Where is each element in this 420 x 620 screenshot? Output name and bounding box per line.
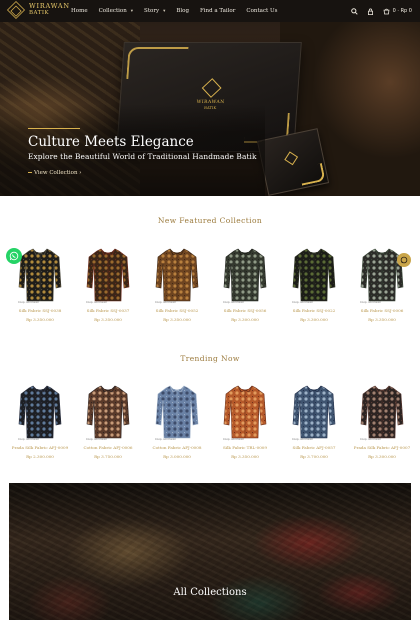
- product-tag: Coop. sold tailor: [223, 301, 245, 304]
- product-card[interactable]: Coop. sold tailor Cotton Fabric AFJ-0006 R…: [77, 384, 139, 459]
- product-name[interactable]: Cotton Fabric AFJ-0006: [77, 445, 139, 450]
- product-name[interactable]: Silk Fabric SSJ-0037: [77, 308, 139, 313]
- product-tag: Coop. sold tailor: [155, 301, 177, 304]
- whatsapp-icon: [9, 251, 19, 261]
- nav-item-blog[interactable]: Blog: [176, 8, 189, 14]
- cart-summary[interactable]: 0 · Rp 0: [393, 8, 412, 14]
- brand-logo[interactable]: WIRAWAN BATIK: [6, 0, 70, 20]
- product-tag: Coop. sold tailor: [292, 301, 314, 304]
- top-navbar: WIRAWAN BATIK Home Collection ▾ Story ▾ Blog F…: [0, 0, 420, 22]
- nav-item-story[interactable]: Story ▾: [144, 8, 165, 14]
- product-tag: Coop. sold tailor: [360, 301, 382, 304]
- product-price: Rp 2.300.000: [26, 454, 54, 459]
- nav-item-collection[interactable]: Collection ▾: [99, 8, 133, 14]
- all-collections-title: All Collections: [173, 587, 247, 598]
- product-card[interactable]: Coop. sold tailor Prada Silk Fabric AFJ-0…: [9, 384, 71, 459]
- product-tag: Coop. sold tailor: [18, 301, 40, 304]
- hero-title: Culture Meets Elegance: [28, 134, 194, 150]
- view-collection-link[interactable]: View Collection ›: [34, 170, 82, 176]
- logo-emblem-icon: [6, 0, 26, 20]
- product-name[interactable]: Silk Fabric TRL-0009: [214, 445, 276, 450]
- lock-icon[interactable]: [366, 6, 376, 16]
- chat-icon: [400, 256, 408, 264]
- chat-button[interactable]: [397, 253, 411, 267]
- product-price: Rp 3.350.000: [368, 317, 396, 322]
- featured-section-title: New Featured Collection: [157, 216, 263, 225]
- product-image[interactable]: Coop. sold tailor: [154, 384, 200, 441]
- product-price: Rp 3.350.000: [163, 317, 191, 322]
- hero-divider: [28, 128, 80, 129]
- product-tag: Coop. sold tailor: [155, 438, 177, 441]
- product-image[interactable]: Coop. sold tailor: [359, 384, 405, 441]
- product-tag: Coop. sold tailor: [292, 438, 314, 441]
- product-price: Rp 3.000.000: [163, 454, 191, 459]
- product-image[interactable]: Coop. sold tailor: [154, 247, 200, 304]
- product-price: Rp 3.350.000: [231, 454, 259, 459]
- product-price: Rp 3.350.000: [94, 317, 122, 322]
- product-image[interactable]: Coop. sold tailor: [291, 247, 337, 304]
- trending-section-title: Trending Now: [180, 354, 240, 363]
- cart-icon[interactable]: [382, 6, 392, 16]
- product-card[interactable]: Coop. sold tailor Silk Fabric SSJ-0056 Rp …: [214, 247, 276, 322]
- product-image[interactable]: Coop. sold tailor: [85, 247, 131, 304]
- nav-item-find-a-tailor[interactable]: Find a Tailor: [200, 8, 235, 14]
- product-name[interactable]: Prada Silk Fabric AFJ-0009: [9, 445, 71, 450]
- product-card[interactable]: Coop. sold tailor Silk Fabric SSJ-0037 Rp …: [77, 247, 139, 322]
- product-image[interactable]: Coop. sold tailor: [291, 384, 337, 441]
- nav-item-contact-us[interactable]: Contact Us: [246, 8, 277, 14]
- product-tag: Coop. sold tailor: [18, 438, 40, 441]
- product-card[interactable]: Coop. sold tailor Silk Fabric TRL-0009 Rp …: [214, 384, 276, 459]
- logo-emblem-icon: [201, 78, 222, 98]
- product-card[interactable]: Coop. sold tailor Silk Fabric SSJ-0022 Rp …: [283, 247, 345, 322]
- product-name[interactable]: Silk Fabric SSJ-0056: [214, 308, 276, 313]
- product-name[interactable]: Cotton Fabric AFJ-0008: [146, 445, 208, 450]
- product-card[interactable]: Coop. sold tailor Silk Fabric AFJ-0057 Rp …: [283, 384, 345, 459]
- product-image[interactable]: Coop. sold tailor: [85, 384, 131, 441]
- product-name[interactable]: Silk Fabric SSJ-0006: [351, 308, 413, 313]
- product-price: Rp 3.750.000: [94, 454, 122, 459]
- chevron-down-icon: ▾: [130, 8, 134, 14]
- logo-subname: BATIK: [29, 10, 50, 16]
- main-menu: Home Collection ▾ Story ▾ Blog Find a Tailor Co…: [71, 0, 288, 22]
- product-image[interactable]: Coop. sold tailor: [17, 384, 63, 441]
- hero-subtitle: Explore the Beautiful World of Tradition…: [28, 152, 257, 161]
- product-name[interactable]: Silk Fabric SSJ-0022: [283, 308, 345, 313]
- product-tag: Coop. sold tailor: [223, 438, 245, 441]
- chevron-down-icon: ▾: [163, 8, 166, 14]
- product-name[interactable]: Prada Silk Fabric AFJ-0007: [351, 445, 413, 450]
- product-price: Rp 3.300.000: [231, 317, 259, 322]
- product-image[interactable]: Coop. sold tailor: [17, 247, 63, 304]
- nav-icons: 0 · Rp 0: [344, 0, 412, 22]
- product-price: Rp 3.300.000: [368, 454, 396, 459]
- product-name[interactable]: Silk Fabric SSJ-0038: [9, 308, 71, 313]
- whatsapp-button[interactable]: [6, 248, 22, 264]
- all-collections-banner[interactable]: All Collections: [9, 483, 411, 620]
- product-tag: Coop. sold tailor: [360, 438, 382, 441]
- product-image[interactable]: Coop. sold tailor: [222, 384, 268, 441]
- product-card[interactable]: Coop. sold tailor Silk Fabric SSJ-0052 Rp …: [146, 247, 208, 322]
- product-name[interactable]: Silk Fabric SSJ-0052: [146, 308, 208, 313]
- search-icon[interactable]: [350, 6, 360, 16]
- product-price: Rp 3.700.000: [300, 454, 328, 459]
- product-card[interactable]: Coop. sold tailor Cotton Fabric AFJ-0008 R…: [146, 384, 208, 459]
- product-image[interactable]: Coop. sold tailor: [222, 247, 268, 304]
- product-name[interactable]: Silk Fabric AFJ-0057: [283, 445, 345, 450]
- logo-name: WIRAWAN: [29, 2, 70, 10]
- product-price: Rp 3.300.000: [300, 317, 328, 322]
- product-tag: Coop. sold tailor: [86, 438, 108, 441]
- product-price: Rp 3.350.000: [26, 317, 54, 322]
- product-tag: Coop. sold tailor: [86, 301, 108, 304]
- product-card[interactable]: Coop. sold tailor Prada Silk Fabric AFJ-0…: [351, 384, 413, 459]
- hero-banner: WIRAWAN BATIK Culture Meets Elegance Exp…: [0, 22, 420, 196]
- nav-item-home[interactable]: Home: [71, 8, 88, 14]
